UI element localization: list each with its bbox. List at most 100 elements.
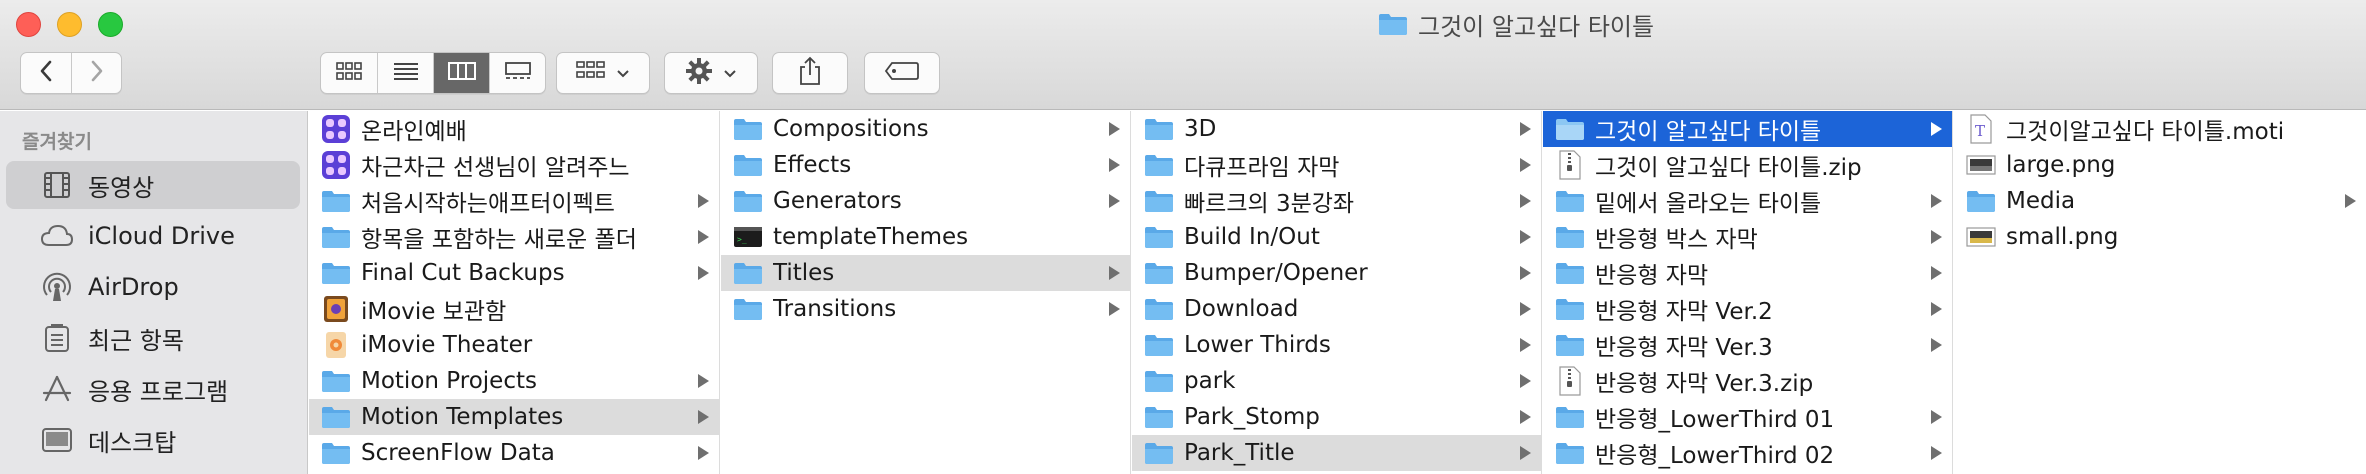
list-item[interactable]: 3D [1132, 111, 1541, 147]
folder-icon [321, 258, 351, 288]
list-item[interactable]: Motion Templates [309, 399, 719, 435]
folder-icon [1144, 438, 1174, 468]
list-item[interactable]: T 그것이알고싶다 타이틀.moti [1954, 111, 2366, 147]
window-title-text: 그것이 알고싶다 타이틀 [1418, 12, 1655, 41]
item-label: Lower Thirds [1184, 332, 1331, 358]
icon-view-button[interactable] [321, 53, 377, 93]
folder-icon [1144, 366, 1174, 396]
list-item[interactable]: iMovie 보관함 [309, 291, 719, 327]
folder-icon [1144, 294, 1174, 324]
folder-icon [1144, 114, 1174, 144]
disclosure-arrow-icon [1931, 122, 1942, 136]
list-item[interactable]: Titles [721, 255, 1130, 291]
back-button[interactable] [21, 53, 71, 93]
sidebar-item-applications[interactable]: 응용 프로그램 [6, 365, 300, 413]
disclosure-arrow-icon [1931, 302, 1942, 316]
item-label: iMovie Theater [361, 332, 533, 358]
disclosure-arrow-icon [1931, 446, 1942, 460]
gallery-icon [504, 61, 532, 85]
list-item[interactable]: iMovie Theater [309, 327, 719, 363]
list-item[interactable]: Transitions [721, 291, 1130, 327]
list-item[interactable]: 그것이 알고싶다 타이틀 [1543, 111, 1952, 147]
list-item[interactable]: 항목을 포함하는 새로운 폴더 [309, 219, 719, 255]
share-button[interactable] [772, 52, 848, 94]
folder-icon [1555, 294, 1585, 324]
list-item[interactable]: park [1132, 363, 1541, 399]
imovie-theater-icon [321, 330, 351, 360]
list-item[interactable]: Compositions [721, 111, 1130, 147]
column-view-button[interactable] [433, 53, 489, 93]
item-label: park [1184, 368, 1236, 394]
group-grid-icon [576, 60, 606, 86]
browser-column-5[interactable]: T 그것이알고싶다 타이틀.moti large.png Media small… [1954, 111, 2366, 474]
disclosure-arrow-icon [1520, 446, 1531, 460]
browser-column-4[interactable]: 그것이 알고싶다 타이틀 그것이 알고싶다 타이틀.zip 밑에서 올라오는 타… [1543, 111, 1953, 474]
forward-button[interactable] [71, 53, 121, 93]
sidebar-item-icloud-drive[interactable]: iCloud Drive [6, 212, 300, 260]
item-label: Compositions [773, 116, 929, 142]
item-label: 반응형 박스 자막 [1595, 227, 1758, 253]
folder-icon [1144, 186, 1174, 216]
list-item[interactable]: Park_Title [1132, 435, 1541, 471]
gallery-view-button[interactable] [489, 53, 545, 93]
list-item[interactable]: 반응형_LowerThird 01 [1543, 399, 1952, 435]
folder-icon [1555, 330, 1585, 360]
sidebar-item-airdrop[interactable]: AirDrop [6, 263, 300, 311]
browser-column-2[interactable]: Compositions Effects Generators >_ templ… [721, 111, 1131, 474]
list-item[interactable]: Bumper/Opener [1132, 255, 1541, 291]
list-item[interactable]: ScreenFlow Data [309, 435, 719, 471]
item-label: 차근차근 선생님이 알려주느 [361, 155, 630, 181]
list-item[interactable]: Lower Thirds [1132, 327, 1541, 363]
list-item[interactable]: 빠르크의 3분강좌 [1132, 183, 1541, 219]
columns-icon [447, 61, 476, 85]
sidebar-item-movies[interactable]: 동영상 [6, 161, 300, 209]
zoom-window-button[interactable] [98, 12, 123, 37]
folder-icon [733, 186, 763, 216]
browser-column-1[interactable]: 온라인예배 차근차근 선생님이 알려주느 처음시작하는애프터이펙트 항목을 포함… [309, 111, 720, 474]
disclosure-arrow-icon [1520, 122, 1531, 136]
browser-column-3[interactable]: 3D 다큐프라임 자막 빠르크의 3분강좌 Build In/Out Bumpe… [1132, 111, 1542, 474]
shortcuts-app-icon [321, 114, 351, 144]
list-item[interactable]: Park_Stomp [1132, 399, 1541, 435]
list-item[interactable]: Final Cut Backups [309, 255, 719, 291]
sidebar-item-recents[interactable]: 최근 항목 [6, 314, 300, 362]
folder-icon [1555, 186, 1585, 216]
list-item[interactable]: 밑에서 올라오는 타이틀 [1543, 183, 1952, 219]
close-window-button[interactable] [16, 12, 41, 37]
disclosure-arrow-icon [698, 266, 709, 280]
list-item[interactable]: 처음시작하는애프터이펙트 [309, 183, 719, 219]
item-label: 다큐프라임 자막 [1184, 155, 1340, 181]
sidebar-item-desktop[interactable]: 데스크탑 [6, 416, 300, 464]
list-item[interactable]: 다큐프라임 자막 [1132, 147, 1541, 183]
list-item[interactable]: 반응형_LowerThird 02 [1543, 435, 1952, 471]
sidebar-item-label: AirDrop [88, 273, 179, 301]
folder-icon [1378, 12, 1408, 36]
list-item[interactable]: small.png [1954, 219, 2366, 255]
list-item[interactable]: large.png [1954, 147, 2366, 183]
list-item[interactable]: Motion Projects [309, 363, 719, 399]
item-label: Motion Projects [361, 368, 537, 394]
list-item[interactable]: Media [1954, 183, 2366, 219]
action-menu-button[interactable] [664, 52, 758, 94]
disclosure-arrow-icon [1520, 374, 1531, 388]
list-item[interactable]: Effects [721, 147, 1130, 183]
list-view-button[interactable] [377, 53, 433, 93]
image-file-icon [1966, 222, 1996, 252]
list-item[interactable]: 반응형 자막 Ver.3 [1543, 327, 1952, 363]
list-icon [393, 61, 419, 85]
group-by-button[interactable] [556, 52, 650, 94]
list-item[interactable]: Download [1132, 291, 1541, 327]
list-item[interactable]: 그것이 알고싶다 타이틀.zip [1543, 147, 1952, 183]
tag-button[interactable] [864, 52, 940, 94]
list-item[interactable]: Generators [721, 183, 1130, 219]
list-item[interactable]: 온라인예배 [309, 111, 719, 147]
list-item[interactable]: 반응형 자막 [1543, 255, 1952, 291]
minimize-window-button[interactable] [57, 12, 82, 37]
list-item[interactable]: 반응형 박스 자막 [1543, 219, 1952, 255]
list-item[interactable]: 차근차근 선생님이 알려주느 [309, 147, 719, 183]
list-item[interactable]: Build In/Out [1132, 219, 1541, 255]
list-item[interactable]: >_ templateThemes [721, 219, 1130, 255]
sidebar-item-label: 동영상 [88, 173, 155, 202]
list-item[interactable]: 반응형 자막 Ver.3.zip [1543, 363, 1952, 399]
list-item[interactable]: 반응형 자막 Ver.2 [1543, 291, 1952, 327]
